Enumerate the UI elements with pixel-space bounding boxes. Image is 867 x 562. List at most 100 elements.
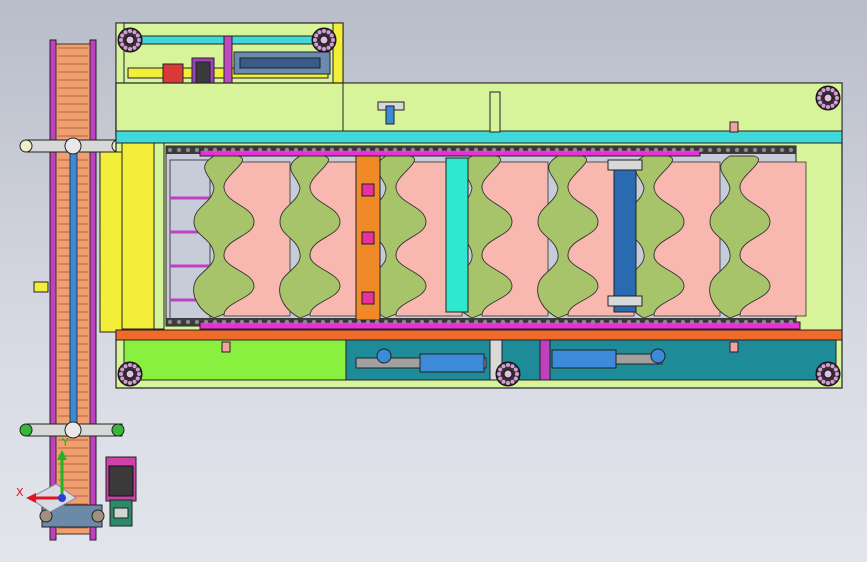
chain-link — [275, 147, 281, 153]
chain-link — [536, 319, 542, 325]
side-sensor — [33, 281, 49, 293]
chain-link — [266, 147, 272, 153]
chain-link — [194, 319, 200, 325]
chain-link — [554, 319, 560, 325]
chain-link — [338, 319, 344, 325]
chain-link — [311, 147, 317, 153]
chain-link — [293, 147, 299, 153]
cad-viewport[interactable]: X Y — [0, 0, 867, 562]
chain-link — [446, 147, 452, 153]
chain-link — [383, 147, 389, 153]
chain-link — [626, 319, 632, 325]
chain-link — [248, 319, 254, 325]
chain-link — [410, 319, 416, 325]
chain-link — [698, 319, 704, 325]
chain-link — [446, 319, 452, 325]
chain-link — [329, 319, 335, 325]
chain-link — [221, 147, 227, 153]
cyan-bracket — [445, 157, 469, 313]
chain-link — [338, 147, 344, 153]
chain-link — [770, 147, 776, 153]
chain-link — [194, 147, 200, 153]
chain-link — [572, 319, 578, 325]
chain-link — [581, 147, 587, 153]
chain-link — [284, 319, 290, 325]
sprocket-icon — [495, 361, 521, 387]
chain-link — [680, 319, 686, 325]
chain-link — [482, 147, 488, 153]
chain-link — [779, 147, 785, 153]
chain-link — [230, 147, 236, 153]
chain-link — [221, 319, 227, 325]
chain-link — [509, 319, 515, 325]
x-axis-label: X — [16, 486, 24, 499]
blue-cylinder — [613, 165, 637, 313]
chain-link — [689, 147, 695, 153]
chain-link — [599, 319, 605, 325]
sprocket-icon — [311, 27, 337, 53]
y-axis-label: Y — [61, 436, 69, 449]
chain-link — [212, 147, 218, 153]
chain-link — [455, 319, 461, 325]
top-left-roller — [19, 139, 33, 153]
chain-link — [662, 319, 668, 325]
chain-link — [347, 319, 353, 325]
chain-link — [626, 147, 632, 153]
chain-link — [536, 147, 542, 153]
chain-link — [275, 319, 281, 325]
chain-link — [770, 319, 776, 325]
chain-link — [563, 319, 569, 325]
chain-link — [176, 319, 182, 325]
chain-link — [203, 147, 209, 153]
forming-conveyor — [165, 145, 807, 330]
chain-link — [374, 147, 380, 153]
chain-link — [761, 147, 767, 153]
chain-link — [743, 147, 749, 153]
infeed-plate — [121, 142, 155, 330]
chain-link — [482, 319, 488, 325]
chain-link — [707, 147, 713, 153]
chain-link — [725, 147, 731, 153]
assembly-drawing[interactable]: X Y — [0, 0, 867, 562]
chain-link — [320, 147, 326, 153]
chain-link — [365, 319, 371, 325]
green-tray — [123, 339, 347, 381]
chain-link — [176, 147, 182, 153]
chain-link — [239, 319, 245, 325]
chain-link — [752, 319, 758, 325]
conveyor-shaft — [69, 149, 78, 431]
chain-link — [473, 147, 479, 153]
chain-link — [257, 147, 263, 153]
chain-link — [563, 147, 569, 153]
chain-link — [356, 147, 362, 153]
chain-link — [752, 147, 758, 153]
chain-link — [671, 147, 677, 153]
chain-link — [716, 147, 722, 153]
bottom-rail-orange — [115, 329, 843, 341]
chain-link — [680, 147, 686, 153]
chain-link — [527, 147, 533, 153]
chain-link — [725, 319, 731, 325]
chain-link — [599, 147, 605, 153]
sprocket-icon — [117, 361, 143, 387]
chain-link — [248, 147, 254, 153]
chain-link — [302, 319, 308, 325]
chain-link — [437, 147, 443, 153]
chain-link — [320, 319, 326, 325]
chain-link — [545, 319, 551, 325]
chain-link — [644, 147, 650, 153]
chain-link — [500, 147, 506, 153]
chain-link — [788, 319, 794, 325]
sprocket-icon — [117, 27, 143, 53]
drive-motor — [105, 456, 137, 527]
chain-link — [365, 147, 371, 153]
chain-link — [455, 147, 461, 153]
chain-link — [734, 319, 740, 325]
chain-link — [545, 147, 551, 153]
chain-link — [329, 147, 335, 153]
chain-link — [257, 319, 263, 325]
chain-link — [374, 319, 380, 325]
chain-link — [761, 319, 767, 325]
chain-link — [653, 147, 659, 153]
chain-link — [527, 319, 533, 325]
